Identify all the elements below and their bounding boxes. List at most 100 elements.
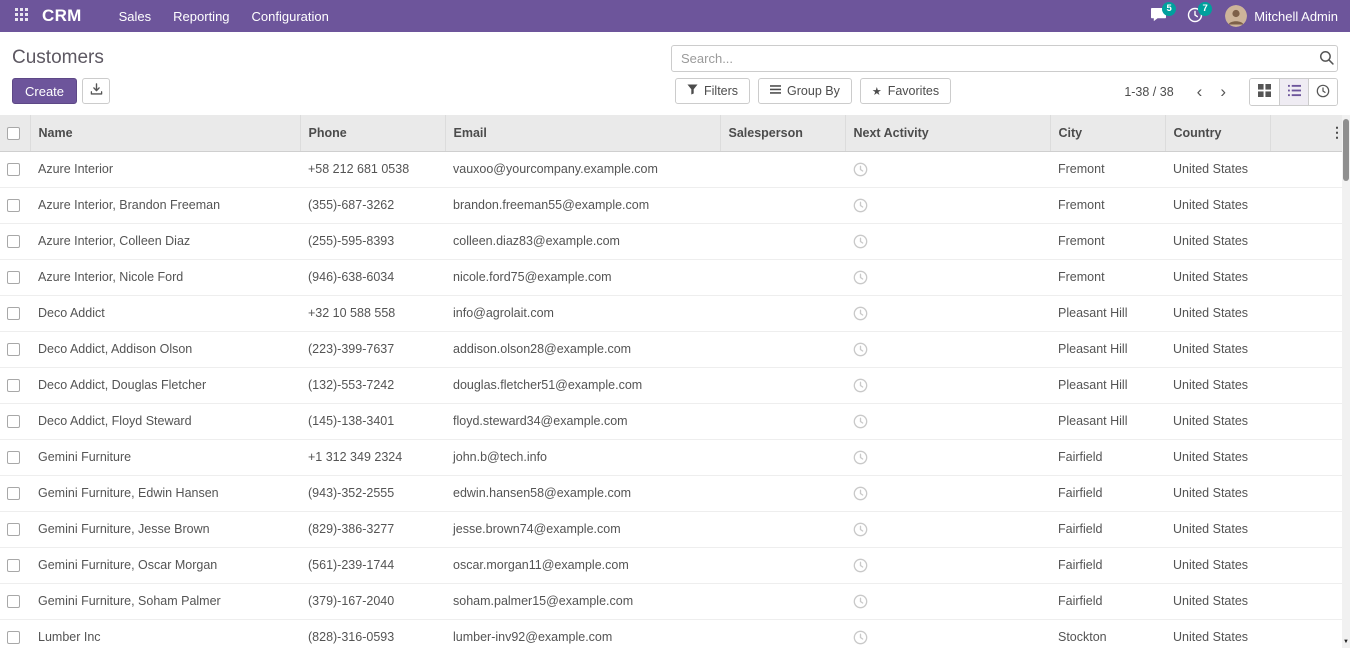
- row-checkbox[interactable]: [7, 235, 20, 248]
- activity-clock-icon[interactable]: [853, 593, 868, 607]
- row-checkbox[interactable]: [7, 559, 20, 572]
- cell-salesperson[interactable]: [720, 439, 845, 475]
- row-checkbox[interactable]: [7, 595, 20, 608]
- vertical-scrollbar[interactable]: ▼: [1342, 115, 1350, 648]
- cell-country[interactable]: United States: [1165, 583, 1270, 619]
- cell-salesperson[interactable]: [720, 511, 845, 547]
- pager-previous-button[interactable]: ‹: [1188, 80, 1212, 104]
- cell-salesperson[interactable]: [720, 403, 845, 439]
- cell-city[interactable]: Stockton: [1050, 619, 1165, 648]
- cell-name[interactable]: Lumber Inc: [30, 619, 300, 648]
- cell-city[interactable]: Fairfield: [1050, 583, 1165, 619]
- cell-next-activity[interactable]: [845, 151, 1050, 187]
- pager-next-button[interactable]: ›: [1211, 80, 1235, 104]
- cell-email[interactable]: nicole.ford75@example.com: [445, 259, 720, 295]
- row-checkbox[interactable]: [7, 415, 20, 428]
- cell-phone[interactable]: (132)-553-7242: [300, 367, 445, 403]
- cell-next-activity[interactable]: [845, 547, 1050, 583]
- activity-clock-icon[interactable]: [853, 161, 868, 175]
- cell-email[interactable]: addison.olson28@example.com: [445, 331, 720, 367]
- activity-view-button[interactable]: [1308, 79, 1337, 105]
- cell-city[interactable]: Pleasant Hill: [1050, 367, 1165, 403]
- row-checkbox[interactable]: [7, 307, 20, 320]
- cell-next-activity[interactable]: [845, 619, 1050, 648]
- favorites-button[interactable]: ★ Favorites: [860, 78, 951, 104]
- cell-phone[interactable]: (946)-638-6034: [300, 259, 445, 295]
- cell-city[interactable]: Fairfield: [1050, 439, 1165, 475]
- column-header-next-activity[interactable]: Next Activity: [845, 115, 1050, 151]
- cell-city[interactable]: Fremont: [1050, 187, 1165, 223]
- pager-range[interactable]: 1-38 / 38: [1124, 85, 1173, 99]
- cell-email[interactable]: colleen.diaz83@example.com: [445, 223, 720, 259]
- cell-country[interactable]: United States: [1165, 151, 1270, 187]
- activity-clock-icon[interactable]: [853, 233, 868, 247]
- cell-name[interactable]: Gemini Furniture: [30, 439, 300, 475]
- cell-email[interactable]: soham.palmer15@example.com: [445, 583, 720, 619]
- table-row[interactable]: Azure Interior, Nicole Ford (946)-638-60…: [0, 259, 1342, 295]
- row-checkbox[interactable]: [7, 271, 20, 284]
- cell-name[interactable]: Deco Addict, Addison Olson: [30, 331, 300, 367]
- cell-salesperson[interactable]: [720, 187, 845, 223]
- cell-name[interactable]: Gemini Furniture, Oscar Morgan: [30, 547, 300, 583]
- activity-clock-icon[interactable]: [853, 377, 868, 391]
- cell-city[interactable]: Fairfield: [1050, 475, 1165, 511]
- table-row[interactable]: Deco Addict, Douglas Fletcher (132)-553-…: [0, 367, 1342, 403]
- cell-email[interactable]: john.b@tech.info: [445, 439, 720, 475]
- cell-phone[interactable]: (379)-167-2040: [300, 583, 445, 619]
- filters-button[interactable]: Filters: [675, 78, 750, 104]
- cell-email[interactable]: lumber-inv92@example.com: [445, 619, 720, 648]
- cell-city[interactable]: Fairfield: [1050, 547, 1165, 583]
- cell-name[interactable]: Gemini Furniture, Jesse Brown: [30, 511, 300, 547]
- table-row[interactable]: Azure Interior +58 212 681 0538 vauxoo@y…: [0, 151, 1342, 187]
- cell-country[interactable]: United States: [1165, 367, 1270, 403]
- cell-next-activity[interactable]: [845, 475, 1050, 511]
- cell-salesperson[interactable]: [720, 295, 845, 331]
- cell-country[interactable]: United States: [1165, 619, 1270, 648]
- cell-country[interactable]: United States: [1165, 547, 1270, 583]
- cell-salesperson[interactable]: [720, 619, 845, 648]
- column-header-salesperson[interactable]: Salesperson: [720, 115, 845, 151]
- cell-country[interactable]: United States: [1165, 259, 1270, 295]
- cell-email[interactable]: edwin.hansen58@example.com: [445, 475, 720, 511]
- table-row[interactable]: Deco Addict +32 10 588 558 info@agrolait…: [0, 295, 1342, 331]
- cell-next-activity[interactable]: [845, 331, 1050, 367]
- search-input[interactable]: [671, 45, 1338, 72]
- cell-city[interactable]: Fremont: [1050, 223, 1165, 259]
- cell-city[interactable]: Pleasant Hill: [1050, 403, 1165, 439]
- activities-button[interactable]: 7: [1177, 0, 1213, 32]
- cell-city[interactable]: Fairfield: [1050, 511, 1165, 547]
- cell-next-activity[interactable]: [845, 583, 1050, 619]
- row-checkbox[interactable]: [7, 487, 20, 500]
- row-checkbox[interactable]: [7, 523, 20, 536]
- kanban-view-button[interactable]: [1250, 79, 1279, 105]
- table-row[interactable]: Gemini Furniture +1 312 349 2324 john.b@…: [0, 439, 1342, 475]
- cell-city[interactable]: Pleasant Hill: [1050, 331, 1165, 367]
- apps-menu-button[interactable]: [8, 0, 34, 32]
- cell-salesperson[interactable]: [720, 367, 845, 403]
- cell-salesperson[interactable]: [720, 547, 845, 583]
- table-row[interactable]: Deco Addict, Floyd Steward (145)-138-340…: [0, 403, 1342, 439]
- optional-columns-button[interactable]: ⋮: [1330, 124, 1334, 141]
- cell-country[interactable]: United States: [1165, 187, 1270, 223]
- row-checkbox[interactable]: [7, 163, 20, 176]
- cell-salesperson[interactable]: [720, 223, 845, 259]
- cell-country[interactable]: United States: [1165, 331, 1270, 367]
- table-row[interactable]: Lumber Inc (828)-316-0593 lumber-inv92@e…: [0, 619, 1342, 648]
- messages-button[interactable]: 5: [1140, 0, 1177, 32]
- cell-salesperson[interactable]: [720, 259, 845, 295]
- cell-phone[interactable]: (145)-138-3401: [300, 403, 445, 439]
- table-row[interactable]: Gemini Furniture, Oscar Morgan (561)-239…: [0, 547, 1342, 583]
- list-view-button[interactable]: [1279, 79, 1308, 105]
- cell-next-activity[interactable]: [845, 403, 1050, 439]
- activity-clock-icon[interactable]: [853, 305, 868, 319]
- row-checkbox[interactable]: [7, 343, 20, 356]
- activity-clock-icon[interactable]: [853, 413, 868, 427]
- cell-name[interactable]: Deco Addict, Floyd Steward: [30, 403, 300, 439]
- user-menu[interactable]: Mitchell Admin: [1213, 5, 1342, 27]
- activity-clock-icon[interactable]: [853, 449, 868, 463]
- cell-next-activity[interactable]: [845, 295, 1050, 331]
- cell-name[interactable]: Gemini Furniture, Soham Palmer: [30, 583, 300, 619]
- scrollbar-thumb[interactable]: [1343, 119, 1349, 181]
- activity-clock-icon[interactable]: [853, 521, 868, 535]
- cell-next-activity[interactable]: [845, 439, 1050, 475]
